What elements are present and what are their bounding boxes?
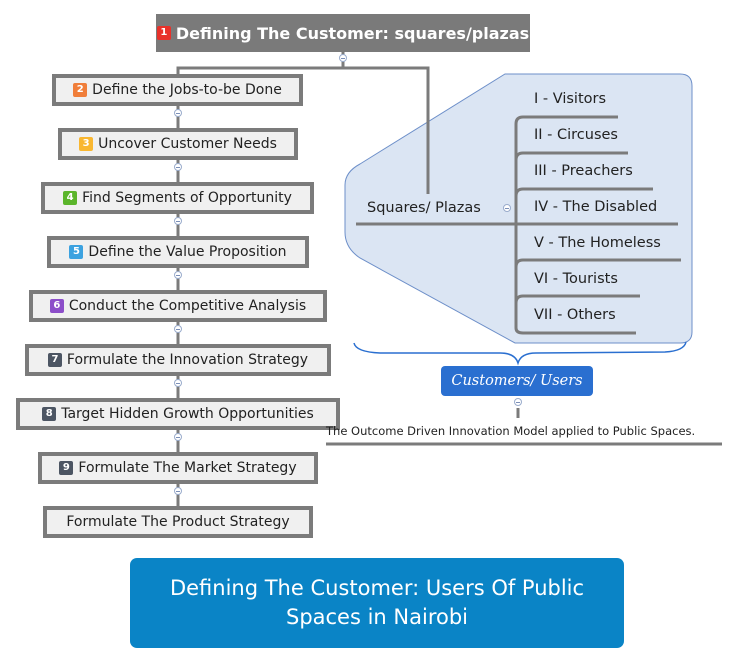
- leaf-others[interactable]: VII - Others: [534, 307, 616, 323]
- leaf-visitors[interactable]: I - Visitors: [534, 91, 606, 107]
- collapse-icon[interactable]: [174, 379, 182, 387]
- step-node-7[interactable]: 7 Formulate the Innovation Strategy: [25, 344, 331, 376]
- collapse-icon[interactable]: [174, 163, 182, 171]
- summary-label: Customers/ Users: [451, 373, 583, 389]
- step-label: Formulate The Market Strategy: [78, 460, 297, 476]
- collapse-icon[interactable]: [339, 54, 347, 62]
- step-label: Define the Jobs-to-be Done: [92, 82, 282, 98]
- priority-badge-8: 8: [42, 407, 57, 421]
- step-node-6[interactable]: 6 Conduct the Competitive Analysis: [29, 290, 327, 322]
- leaf-the-homeless[interactable]: V - The Homeless: [534, 235, 661, 251]
- root-node[interactable]: 1 Defining The Customer: squares/plazas: [156, 14, 530, 52]
- priority-badge-5: 5: [69, 245, 84, 259]
- leaf-tourists[interactable]: VI - Tourists: [534, 271, 618, 287]
- collapse-icon[interactable]: [174, 271, 182, 279]
- step-label: Conduct the Competitive Analysis: [68, 298, 307, 314]
- step-node-9[interactable]: 9 Formulate The Market Strategy: [38, 452, 318, 484]
- title-line-1: Defining The Customer: Users Of Public: [169, 576, 585, 600]
- priority-badge-2: 2: [73, 83, 88, 97]
- caption-text: The Outcome Driven Innovation Model appl…: [326, 424, 696, 438]
- step-node-8[interactable]: 8 Target Hidden Growth Opportunities: [16, 398, 340, 430]
- leaf-preachers[interactable]: III - Preachers: [534, 163, 633, 179]
- priority-badge-1: 1: [156, 26, 171, 40]
- root-node-label: Defining The Customer: squares/plazas: [175, 23, 530, 43]
- priority-badge-9: 9: [59, 461, 74, 475]
- title-banner[interactable]: Defining The Customer: Users Of Public S…: [130, 558, 624, 648]
- step-label: Define the Value Proposition: [88, 244, 287, 260]
- priority-badge-7: 7: [47, 353, 62, 367]
- collapse-icon[interactable]: [514, 398, 522, 406]
- step-node-4[interactable]: 4 Find Segments of Opportunity: [41, 182, 314, 214]
- step-node-5[interactable]: 5 Define the Value Proposition: [47, 236, 309, 268]
- priority-badge-3: 3: [79, 137, 94, 151]
- summary-customers-users[interactable]: Customers/ Users: [441, 366, 593, 396]
- collapse-icon[interactable]: [503, 204, 511, 212]
- collapse-icon[interactable]: [174, 487, 182, 495]
- branch-squares-plazas[interactable]: Squares/ Plazas: [367, 200, 481, 216]
- collapse-icon[interactable]: [174, 217, 182, 225]
- summary-brace: [353, 341, 687, 366]
- step-node-product-strategy[interactable]: Formulate The Product Strategy: [43, 506, 313, 538]
- step-node-2[interactable]: 2 Define the Jobs-to-be Done: [52, 74, 303, 106]
- step-label: Formulate the Innovation Strategy: [66, 352, 309, 368]
- title-line-2: Spaces in Nairobi: [285, 605, 469, 629]
- leaf-circuses[interactable]: II - Circuses: [534, 127, 618, 143]
- collapse-icon[interactable]: [174, 325, 182, 333]
- collapse-icon[interactable]: [174, 109, 182, 117]
- step-label: Uncover Customer Needs: [98, 136, 277, 152]
- leaf-the-disabled[interactable]: IV - The Disabled: [534, 199, 657, 215]
- priority-badge-6: 6: [49, 299, 64, 313]
- step-label: Find Segments of Opportunity: [82, 190, 292, 206]
- step-label: Formulate The Product Strategy: [66, 514, 290, 530]
- step-node-3[interactable]: 3 Uncover Customer Needs: [58, 128, 298, 160]
- step-label: Target Hidden Growth Opportunities: [61, 406, 314, 422]
- collapse-icon[interactable]: [174, 433, 182, 441]
- root-branch-connector: [176, 52, 345, 76]
- priority-badge-4: 4: [63, 191, 78, 205]
